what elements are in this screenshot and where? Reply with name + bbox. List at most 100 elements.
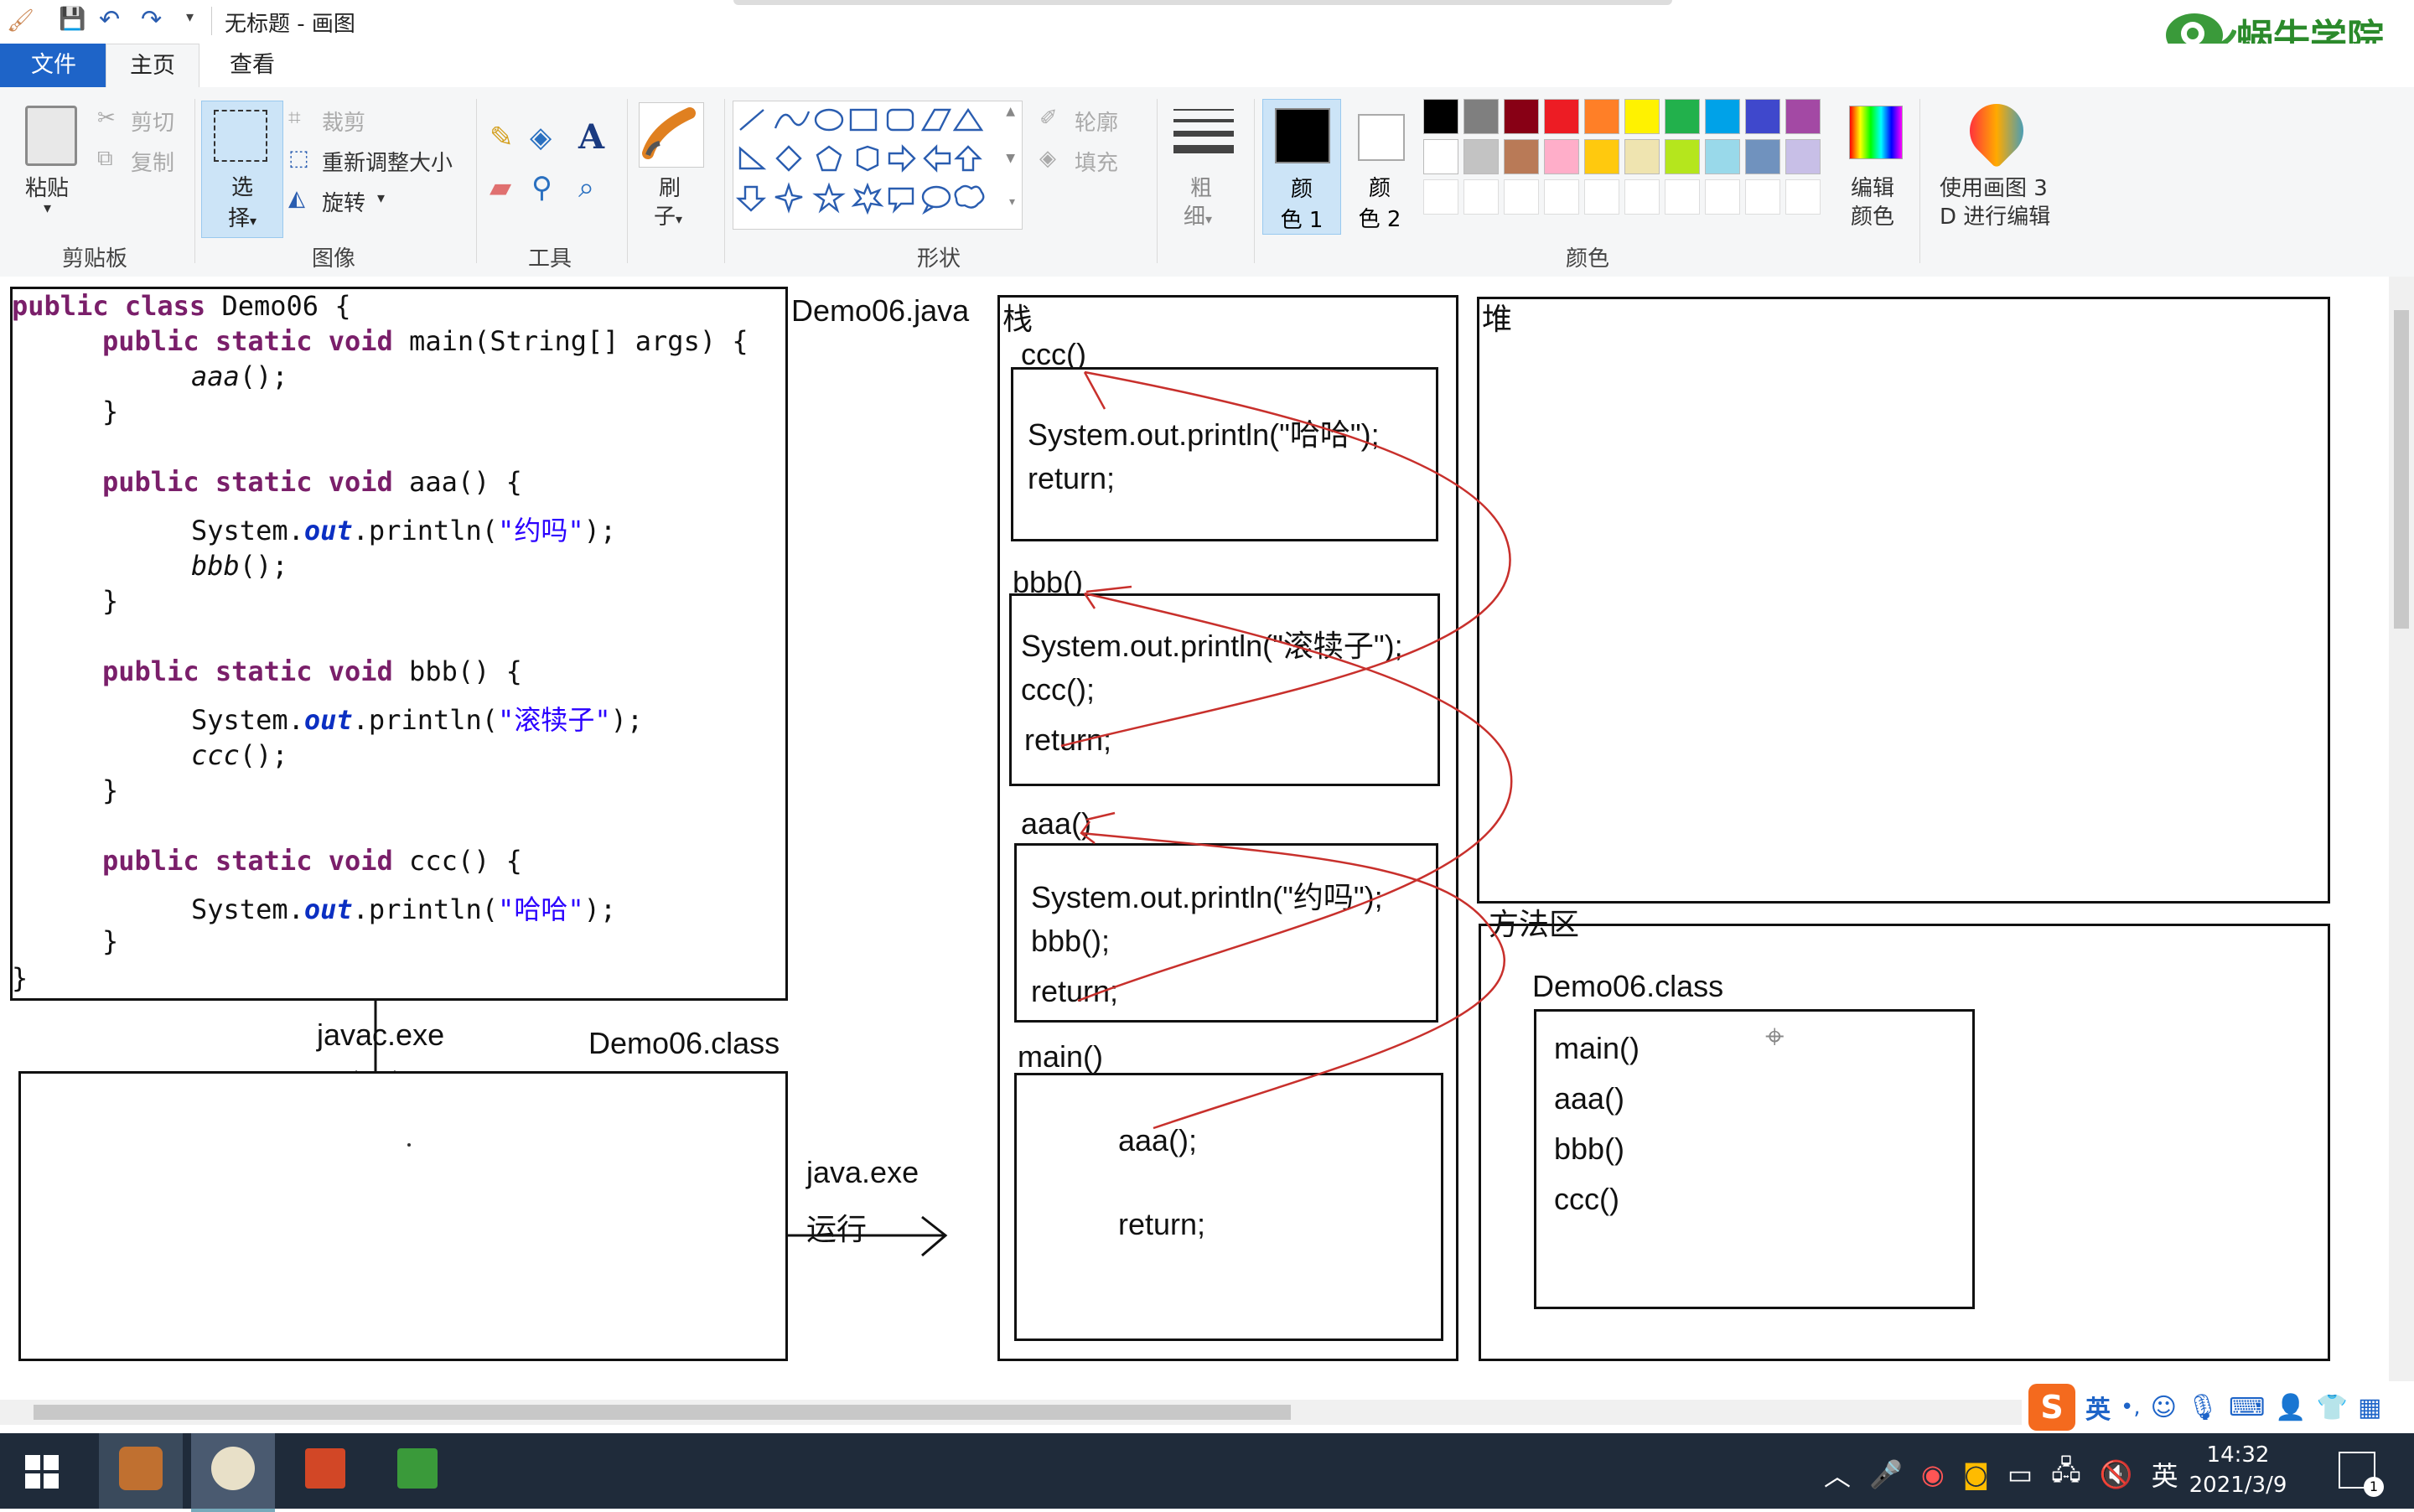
paint-palette-icon — [211, 1447, 255, 1490]
custom-color-slot[interactable] — [1665, 179, 1700, 215]
battery-icon[interactable]: ▭ — [2007, 1458, 2033, 1490]
undo-icon[interactable]: ↶ — [99, 5, 120, 34]
action-center-icon[interactable]: 1 — [2339, 1452, 2384, 1497]
color-swatch[interactable] — [1463, 139, 1499, 174]
rotate-button[interactable]: 旋转 — [322, 186, 365, 217]
mute-volume-icon[interactable]: 🔇 — [2100, 1458, 2133, 1490]
paint-app-icon[interactable]: 🖌 — [7, 8, 34, 34]
keyboard-icon[interactable]: ⌨ — [2229, 1393, 2265, 1422]
magnifier-icon[interactable]: ⌕ — [578, 171, 594, 205]
start-icon[interactable] — [25, 1455, 59, 1489]
horizontal-scroll-thumb[interactable] — [34, 1405, 1291, 1420]
tab-view[interactable]: 查看 — [206, 44, 298, 87]
outline-button[interactable]: 轮廓 — [1075, 106, 1118, 137]
voice-icon[interactable]: 🎙 — [2187, 1393, 2219, 1422]
custom-color-slot[interactable] — [1745, 179, 1780, 215]
brush-icon — [639, 102, 704, 168]
brush-button[interactable]: 子▾ — [654, 199, 682, 230]
color-swatch[interactable] — [1504, 139, 1539, 174]
skin-icon[interactable]: 👕 — [2317, 1393, 2348, 1422]
group-label-clipboard: 剪贴板 — [62, 246, 128, 272]
color-swatch[interactable] — [1544, 99, 1579, 134]
color-swatch[interactable] — [1624, 139, 1660, 174]
network-icon[interactable]: 🖧 — [2051, 1452, 2081, 1497]
vertical-scroll-thumb[interactable] — [2394, 310, 2409, 629]
paste-button[interactable]: 粘贴 — [25, 171, 69, 202]
color-swatch[interactable] — [1624, 99, 1660, 134]
color-swatch[interactable] — [1544, 139, 1579, 174]
fill-bucket-icon[interactable]: ◈ — [530, 121, 552, 154]
sogou-icon[interactable]: S — [2028, 1384, 2075, 1431]
custom-color-slot[interactable] — [1504, 179, 1539, 215]
custom-color-slot[interactable] — [1705, 179, 1740, 215]
record-icon[interactable]: ◉ — [1921, 1458, 1945, 1490]
edit-colors-label-b[interactable]: 颜色 — [1851, 199, 1894, 230]
custom-color-slot[interactable] — [1463, 179, 1499, 215]
color-swatch[interactable] — [1785, 139, 1821, 174]
color-swatch[interactable] — [1584, 99, 1619, 134]
paint3d-label-a[interactable]: 使用画图 3 — [1940, 171, 2048, 202]
color-swatch[interactable] — [1504, 99, 1539, 134]
shapes-scroll-up-icon[interactable]: ▲ — [1006, 105, 1015, 118]
tray-ime[interactable]: 英 — [2152, 1455, 2178, 1494]
toolbox-icon[interactable]: ▦ — [2358, 1393, 2381, 1422]
eraser-icon[interactable]: ▰ — [490, 171, 511, 205]
color-swatch[interactable] — [1785, 99, 1821, 134]
shapes-gallery[interactable]: ▲ ▼ ▾ — [733, 101, 1023, 230]
pencil-icon[interactable]: ✎ — [490, 121, 514, 154]
redo-icon[interactable]: ↷ — [141, 5, 162, 34]
shapes-scroll-down-icon[interactable]: ▼ — [1006, 152, 1015, 165]
color-swatch[interactable] — [1745, 139, 1780, 174]
crop-button[interactable]: 裁剪 — [322, 106, 365, 137]
select-button[interactable]: 选 择▾ — [201, 101, 283, 238]
ribbon: 粘贴 ▾ ✂ 剪切 ⧉ 复制 剪贴板 选 择▾ ⌗ 裁剪 ⬚ 重新调整大小 ◭ … — [0, 87, 2414, 277]
user-icon[interactable]: 👤 — [2275, 1393, 2306, 1422]
color-swatch[interactable] — [1705, 99, 1740, 134]
custom-color-slot[interactable] — [1624, 179, 1660, 215]
color-swatch[interactable] — [1705, 139, 1740, 174]
edit-colors-label-a[interactable]: 编辑 — [1851, 171, 1894, 202]
drawing-canvas[interactable]: public class Demo06 {public static void … — [0, 277, 2389, 1400]
color2-button[interactable]: 颜 色 2 — [1341, 99, 1418, 233]
punctuation-icon[interactable]: •, — [2121, 1395, 2141, 1420]
vertical-scrollbar[interactable] — [2389, 277, 2414, 1400]
color-swatch[interactable] — [1665, 139, 1700, 174]
ime-lang[interactable]: 英 — [2085, 1389, 2111, 1426]
mic-icon[interactable]: 🎤 — [1869, 1458, 1903, 1490]
copy-button[interactable]: 复制 — [131, 146, 174, 177]
custom-color-slot[interactable] — [1785, 179, 1821, 215]
tab-file[interactable]: 文件 — [0, 44, 107, 87]
color-swatch[interactable] — [1463, 99, 1499, 134]
taskbar-powerpoint[interactable] — [283, 1433, 367, 1509]
color-swatch[interactable] — [1745, 99, 1780, 134]
resize-button[interactable]: 重新调整大小 — [322, 146, 453, 177]
custom-color-slot[interactable] — [1544, 179, 1579, 215]
taskbar-app-1[interactable] — [99, 1433, 183, 1509]
app-tray-icon[interactable]: ◙ — [1963, 1458, 1989, 1490]
tab-home[interactable]: 主页 — [106, 44, 199, 87]
custom-color-slot[interactable] — [1584, 179, 1619, 215]
taskbar-paint[interactable] — [191, 1433, 275, 1512]
color-swatch[interactable] — [1584, 139, 1619, 174]
tray-expand-icon[interactable]: ︿ — [1824, 1455, 1851, 1494]
color-swatch[interactable] — [1665, 99, 1700, 134]
clock[interactable]: 14:32 2021/3/9 — [2179, 1440, 2297, 1500]
color-swatch[interactable] — [1423, 139, 1458, 174]
custom-color-slot[interactable] — [1423, 179, 1458, 215]
color1-button[interactable]: 颜 色 1 — [1262, 99, 1341, 235]
color-picker-icon[interactable]: ⚲ — [531, 171, 552, 205]
paste-dropdown-icon[interactable]: ▾ — [44, 199, 51, 217]
group-label-colors: 颜色 — [1566, 246, 1610, 272]
quick-access-dropdown-icon[interactable]: ▾ — [186, 8, 194, 26]
emoji-icon[interactable]: ☺ — [2151, 1393, 2177, 1422]
fill-button[interactable]: 填充 — [1075, 146, 1118, 177]
text-tool-icon[interactable]: A — [578, 117, 604, 157]
cut-button[interactable]: 剪切 — [131, 106, 174, 137]
color-swatch[interactable] — [1423, 99, 1458, 134]
rotate-dropdown-icon[interactable]: ▾ — [377, 189, 385, 207]
size-button[interactable]: 细▾ — [1184, 199, 1212, 230]
save-icon[interactable]: 💾 — [59, 7, 85, 32]
shapes-more-icon[interactable]: ▾ — [1009, 195, 1015, 209]
taskbar-app-4[interactable] — [376, 1433, 459, 1509]
paint3d-label-b[interactable]: D 进行编辑 — [1940, 199, 2050, 230]
